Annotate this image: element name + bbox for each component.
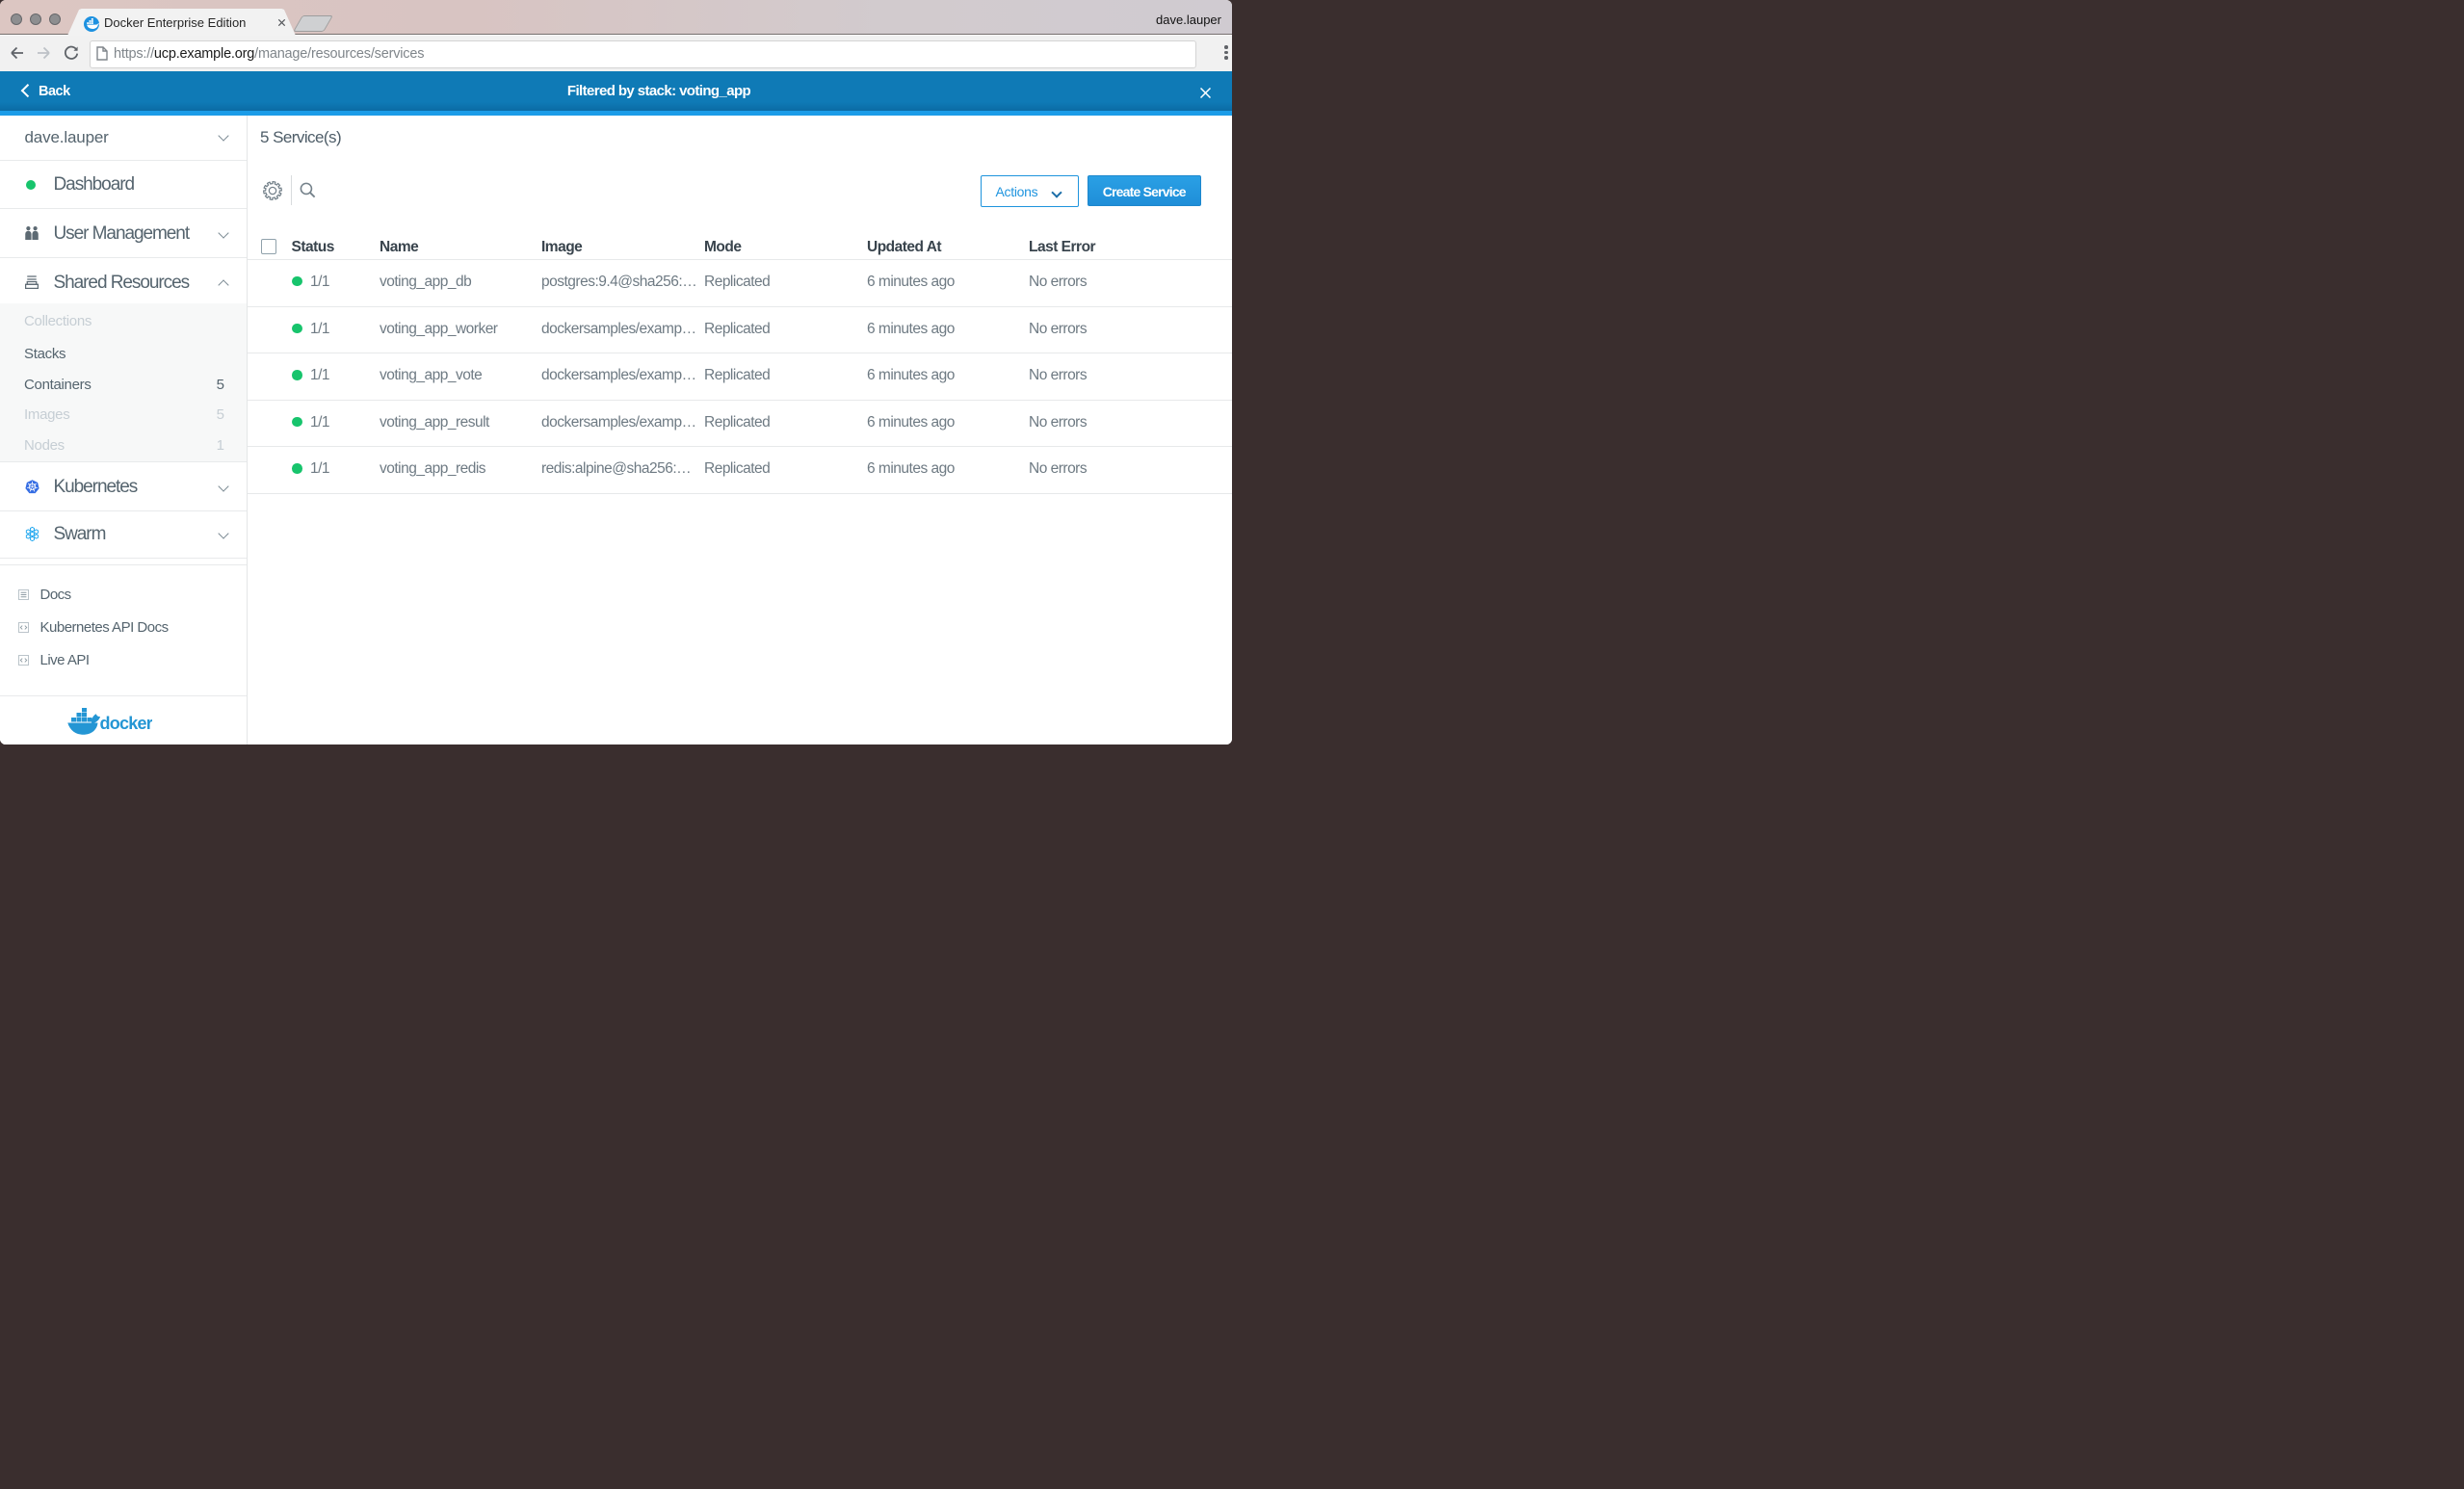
- svg-text:docker: docker: [100, 714, 153, 733]
